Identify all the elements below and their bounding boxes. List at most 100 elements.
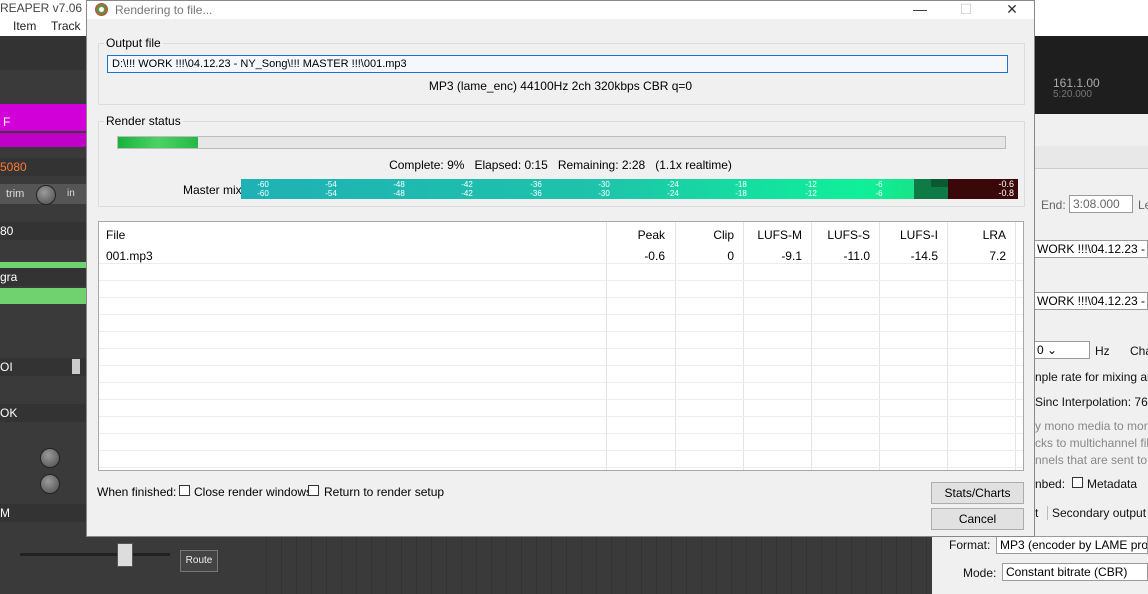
- pan-knob-2[interactable]: [40, 474, 60, 494]
- mode-select[interactable]: Constant bitrate (CBR): [1002, 563, 1148, 581]
- table-cell: 0: [727, 249, 734, 263]
- maximize-icon: ☐: [959, 1, 973, 17]
- mono-option[interactable]: y mono media to mono fi: [1035, 419, 1148, 433]
- column-header-file[interactable]: File: [106, 228, 125, 242]
- filename-input[interactable]: WORK !!!\04.12.23 - NY: [1033, 292, 1148, 310]
- render-stats-table: File Peak Clip LUFS-M LUFS-S LUFS-I LRA 001.mp3…: [98, 221, 1024, 471]
- output-file-group: [98, 43, 1025, 105]
- trim-knob[interactable]: [36, 185, 56, 205]
- meter-tick-right: -42: [461, 189, 473, 198]
- input-label[interactable]: in: [67, 188, 75, 199]
- column-header-clip[interactable]: Clip: [713, 228, 734, 242]
- column-header-lufs-s[interactable]: LUFS-S: [827, 228, 870, 242]
- row-divider: [99, 263, 1023, 264]
- close-icon[interactable]: ✕: [989, 1, 1035, 19]
- return-setup-checkbox[interactable]: [308, 485, 319, 496]
- meter-tick-left: -48: [393, 180, 405, 189]
- row-divider: [99, 382, 1023, 383]
- row-divider: [99, 399, 1023, 400]
- row-divider: [99, 314, 1023, 315]
- stats-charts-button[interactable]: Stats/Charts: [931, 482, 1024, 504]
- row-divider: [99, 467, 1023, 468]
- trim-row: trim in: [0, 184, 86, 205]
- arrange-area: [252, 536, 932, 594]
- samplerate-select[interactable]: 0 ⌄: [1033, 341, 1090, 359]
- meter-tick-right: -48: [393, 189, 405, 198]
- format-select[interactable]: MP3 (encoder by LAME project: [996, 536, 1148, 554]
- track-color-bar: [0, 104, 86, 113]
- track-name-f[interactable]: F: [0, 113, 86, 131]
- fader-handle[interactable]: [72, 359, 80, 374]
- trim-label[interactable]: trim: [6, 188, 24, 200]
- dialog-title: Rendering to file...: [115, 3, 213, 17]
- meter-tick-left: -24: [667, 180, 679, 189]
- output-path-field[interactable]: D:\!!! WORK !!!\04.12.23 - NY_Song\!!! M…: [107, 55, 1008, 73]
- meter-tick-left: -54: [325, 180, 337, 189]
- progress-fill: [118, 137, 198, 148]
- tab-primary[interactable]: t: [1035, 506, 1047, 520]
- render-status-text: Complete: 9% Elapsed: 0:15 Remaining: 2:…: [389, 158, 732, 172]
- track-gra[interactable]: gra: [0, 268, 86, 286]
- meter-tick-right: -24: [667, 189, 679, 198]
- menu-track[interactable]: Track: [51, 19, 81, 33]
- meter-tick-right: -54: [325, 189, 337, 198]
- meter-peak-right: -0.8: [998, 188, 1014, 198]
- samplerate-option[interactable]: nple rate for mixing and F: [1035, 370, 1148, 384]
- row-divider: [99, 433, 1023, 434]
- hz-label: Hz: [1095, 344, 1110, 358]
- meter-tick-left: -42: [461, 180, 473, 189]
- render-dialog: Rendering to file... — ☐ ✕ Output file D…: [86, 0, 1035, 537]
- pan-knob[interactable]: [40, 448, 60, 468]
- multichannel-option[interactable]: cks to multichannel files: [1035, 436, 1148, 450]
- meter-clip-zone: -0.6 -0.8: [948, 179, 1018, 199]
- meter-tick-right: -30: [598, 189, 610, 198]
- minimize-icon[interactable]: —: [897, 1, 943, 19]
- end-label: End:: [1041, 198, 1066, 212]
- toolbar-strip: [0, 36, 86, 70]
- volume-fader-track: [20, 553, 170, 556]
- format-info: MP3 (lame_enc) 44100Hz 2ch 320kbps CBR q…: [428, 79, 693, 93]
- column-header-lufs-i[interactable]: LUFS-I: [900, 228, 938, 242]
- meter-tick-right: -60: [257, 189, 269, 198]
- close-render-label[interactable]: Close render windows: [194, 485, 312, 499]
- metadata-label: Metadata: [1087, 477, 1138, 491]
- tab-secondary-output[interactable]: Secondary output fo: [1047, 506, 1148, 520]
- table-cell: -9.1: [781, 249, 802, 263]
- time-position: 161.1.00: [1053, 76, 1100, 90]
- meter-tick-right: -18: [735, 189, 747, 198]
- track-m: M: [0, 504, 86, 522]
- column-header-peak[interactable]: Peak: [638, 228, 665, 242]
- close-render-checkbox[interactable]: [179, 485, 190, 496]
- route-button[interactable]: Route: [180, 550, 218, 572]
- column-header-lra[interactable]: LRA: [983, 228, 1006, 242]
- table-cell: -14.5: [910, 249, 938, 263]
- table-cell: -0.6: [644, 249, 665, 263]
- meter-tick-left: -36: [530, 180, 542, 189]
- embed-label: nbed:: [1035, 477, 1066, 491]
- track-ok: OK: [0, 404, 86, 422]
- format-label: Format:: [949, 538, 991, 552]
- track-bar: [0, 133, 86, 147]
- metadata-checkbox[interactable]: [1072, 477, 1083, 488]
- master-mix-meter: -0.6 -0.8 -60 -60 -54 -54 -48 -48 -42 -42 -36 -36…: [241, 179, 1018, 199]
- table-cell: 001.mp3: [106, 249, 153, 263]
- render-status-label: Render status: [104, 114, 183, 128]
- resample-option[interactable]: Sinc Interpolation: 768pt: [1035, 395, 1148, 409]
- render-progress-bar: [117, 136, 1006, 149]
- row-divider: [99, 450, 1023, 451]
- menu-item[interactable]: Item: [13, 19, 36, 33]
- volume-fader-handle[interactable]: [117, 543, 133, 567]
- return-setup-label[interactable]: Return to render setup: [324, 485, 444, 499]
- meter-tick-left: -12: [805, 180, 817, 189]
- meter-peak-hold: [931, 179, 948, 187]
- end-input[interactable]: 3:08.000: [1069, 195, 1133, 213]
- timeline-ruler: 161.1.00 5:20.000: [1035, 36, 1148, 114]
- directory-input[interactable]: WORK !!!\04.12.23 - NY: [1033, 240, 1148, 258]
- meter-tick-left: -60: [257, 180, 269, 189]
- track-green-bar-2: [0, 288, 86, 304]
- column-header-lufs-m[interactable]: LUFS-M: [757, 228, 802, 242]
- track-number: 5080: [0, 158, 86, 176]
- render-settings-panel: 161.1.00 5:20.000 End: 3:08.000 Le WORK …: [1033, 36, 1148, 594]
- cancel-button[interactable]: Cancel: [931, 508, 1024, 530]
- channels-option[interactable]: nnels that are sent to pa: [1035, 453, 1148, 467]
